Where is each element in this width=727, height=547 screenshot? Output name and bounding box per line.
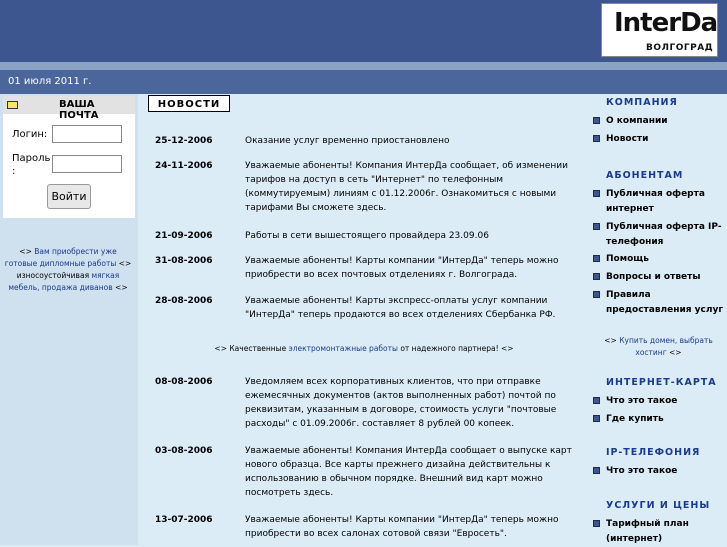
menu-item-label: Тарифный план (интернет) — [606, 519, 689, 544]
bullet-icon — [593, 117, 600, 124]
bullet-icon — [593, 190, 600, 197]
bullet-icon — [593, 520, 600, 527]
menu-item-label: Что это такое — [606, 466, 678, 476]
menu-item-label: О компании — [606, 116, 668, 126]
bullet-icon — [593, 397, 600, 404]
date-bar: 01 июля 2011 г. — [0, 70, 727, 94]
bullet-icon — [593, 223, 600, 230]
logo-text: InterDa — [614, 8, 718, 38]
section-subscribers: АБОНЕНТАМ — [606, 170, 684, 181]
news-text: Оказание услуг временно приостановлено — [245, 136, 450, 146]
login-button[interactable]: Войти — [47, 184, 91, 209]
logo-city: ВОЛГОГРАД — [646, 43, 714, 53]
news-date: 13-07-2006 — [155, 515, 213, 525]
current-date: 01 июля 2011 г. — [8, 76, 92, 87]
news-text: Работы в сети вышестоящего провайдера 23… — [245, 231, 489, 241]
menu-item-label: Правила предоставления услуг — [606, 290, 724, 315]
envelope-icon — [7, 101, 18, 109]
section-ip-telephony: IP-ТЕЛЕФОНИЯ — [606, 447, 701, 458]
middle-ad-link[interactable]: электромонтажные работы — [289, 344, 398, 353]
password-label: Пароль : — [12, 153, 51, 177]
menu-item-label: Вопросы и ответы — [606, 272, 701, 282]
bullet-icon — [593, 415, 600, 422]
right-ad-suffix: <> — [666, 348, 682, 357]
header: InterDa ВОЛГОГРАД — [0, 0, 727, 62]
news-date: 25-12-2006 — [155, 136, 213, 146]
mail-login-box: ВАША ПОЧТА Логин: Пароль : Войти — [3, 96, 135, 218]
login-input[interactable] — [52, 125, 122, 143]
left-sidebar: ВАША ПОЧТА Логин: Пароль : Войти <> Вам … — [0, 94, 138, 545]
news-text: Уведомляем всех корпоративных клиентов, … — [245, 377, 557, 429]
mail-header: ВАША ПОЧТА — [3, 96, 135, 121]
menu-item-label: Где купить — [606, 414, 664, 424]
left-ad: <> Вам приобрести уже готовые дипломные … — [2, 246, 134, 294]
news-date: 08-08-2006 — [155, 377, 213, 387]
middle-ad-suffix: от надежного партнера! <> — [397, 344, 514, 353]
login-label: Логин: — [12, 129, 48, 140]
bullet-icon — [593, 255, 600, 262]
bullet-icon — [593, 291, 600, 298]
left-ad-suffix: <> — [112, 283, 128, 292]
section-internet-card: ИНТЕРНЕТ-КАРТА — [606, 377, 717, 388]
header-stripe — [0, 62, 727, 70]
password-input[interactable] — [52, 155, 122, 173]
news-date: 31-08-2006 — [155, 256, 213, 266]
left-ad-prefix: <> — [19, 247, 35, 256]
mail-title: ВАША ПОЧТА — [59, 99, 99, 121]
menu-item-label: Новости — [606, 134, 649, 144]
news-text: Уважаемые абоненты! Карты экспресс-оплат… — [245, 296, 556, 320]
right-ad-prefix: <> — [604, 336, 620, 345]
right-ad: <> Купить домен, выбрать хостинг <> — [590, 335, 727, 359]
news-text: Уважаемые абоненты! Компания ИнтерДа соо… — [245, 446, 572, 498]
section-company: КОМПАНИЯ — [606, 97, 678, 108]
news-date: 28-08-2006 — [155, 296, 213, 306]
menu-item-label: Публичная оферта интернет — [606, 189, 705, 214]
menu-item-label: Помощь — [606, 254, 649, 264]
bullet-icon — [593, 467, 600, 474]
bullet-icon — [593, 135, 600, 142]
news-text: Уважаемые абоненты! Карты компании "Инте… — [245, 515, 559, 539]
news-date: 03-08-2006 — [155, 446, 213, 456]
news-text: Уважаемые абоненты! Компания ИнтерДа соо… — [245, 161, 568, 213]
bullet-icon — [593, 273, 600, 280]
news-date: 21-09-2006 — [155, 231, 213, 241]
menu-item-label: Публичная оферта IP-телефония — [606, 222, 722, 247]
middle-ad-prefix: <> Качественные — [214, 344, 289, 353]
news-text: Уважаемые абоненты! Карты компании "Инте… — [245, 256, 559, 280]
menu-item-label: Что это такое — [606, 396, 678, 406]
news-date: 24-11-2006 — [155, 161, 213, 171]
logo[interactable]: InterDa ВОЛГОГРАД — [601, 3, 718, 57]
section-services-prices: УСЛУГИ И ЦЕНЫ — [606, 500, 711, 511]
news-heading: НОВОСТИ — [148, 95, 230, 112]
middle-ad: <> Качественные электромонтажные работы … — [138, 344, 590, 353]
